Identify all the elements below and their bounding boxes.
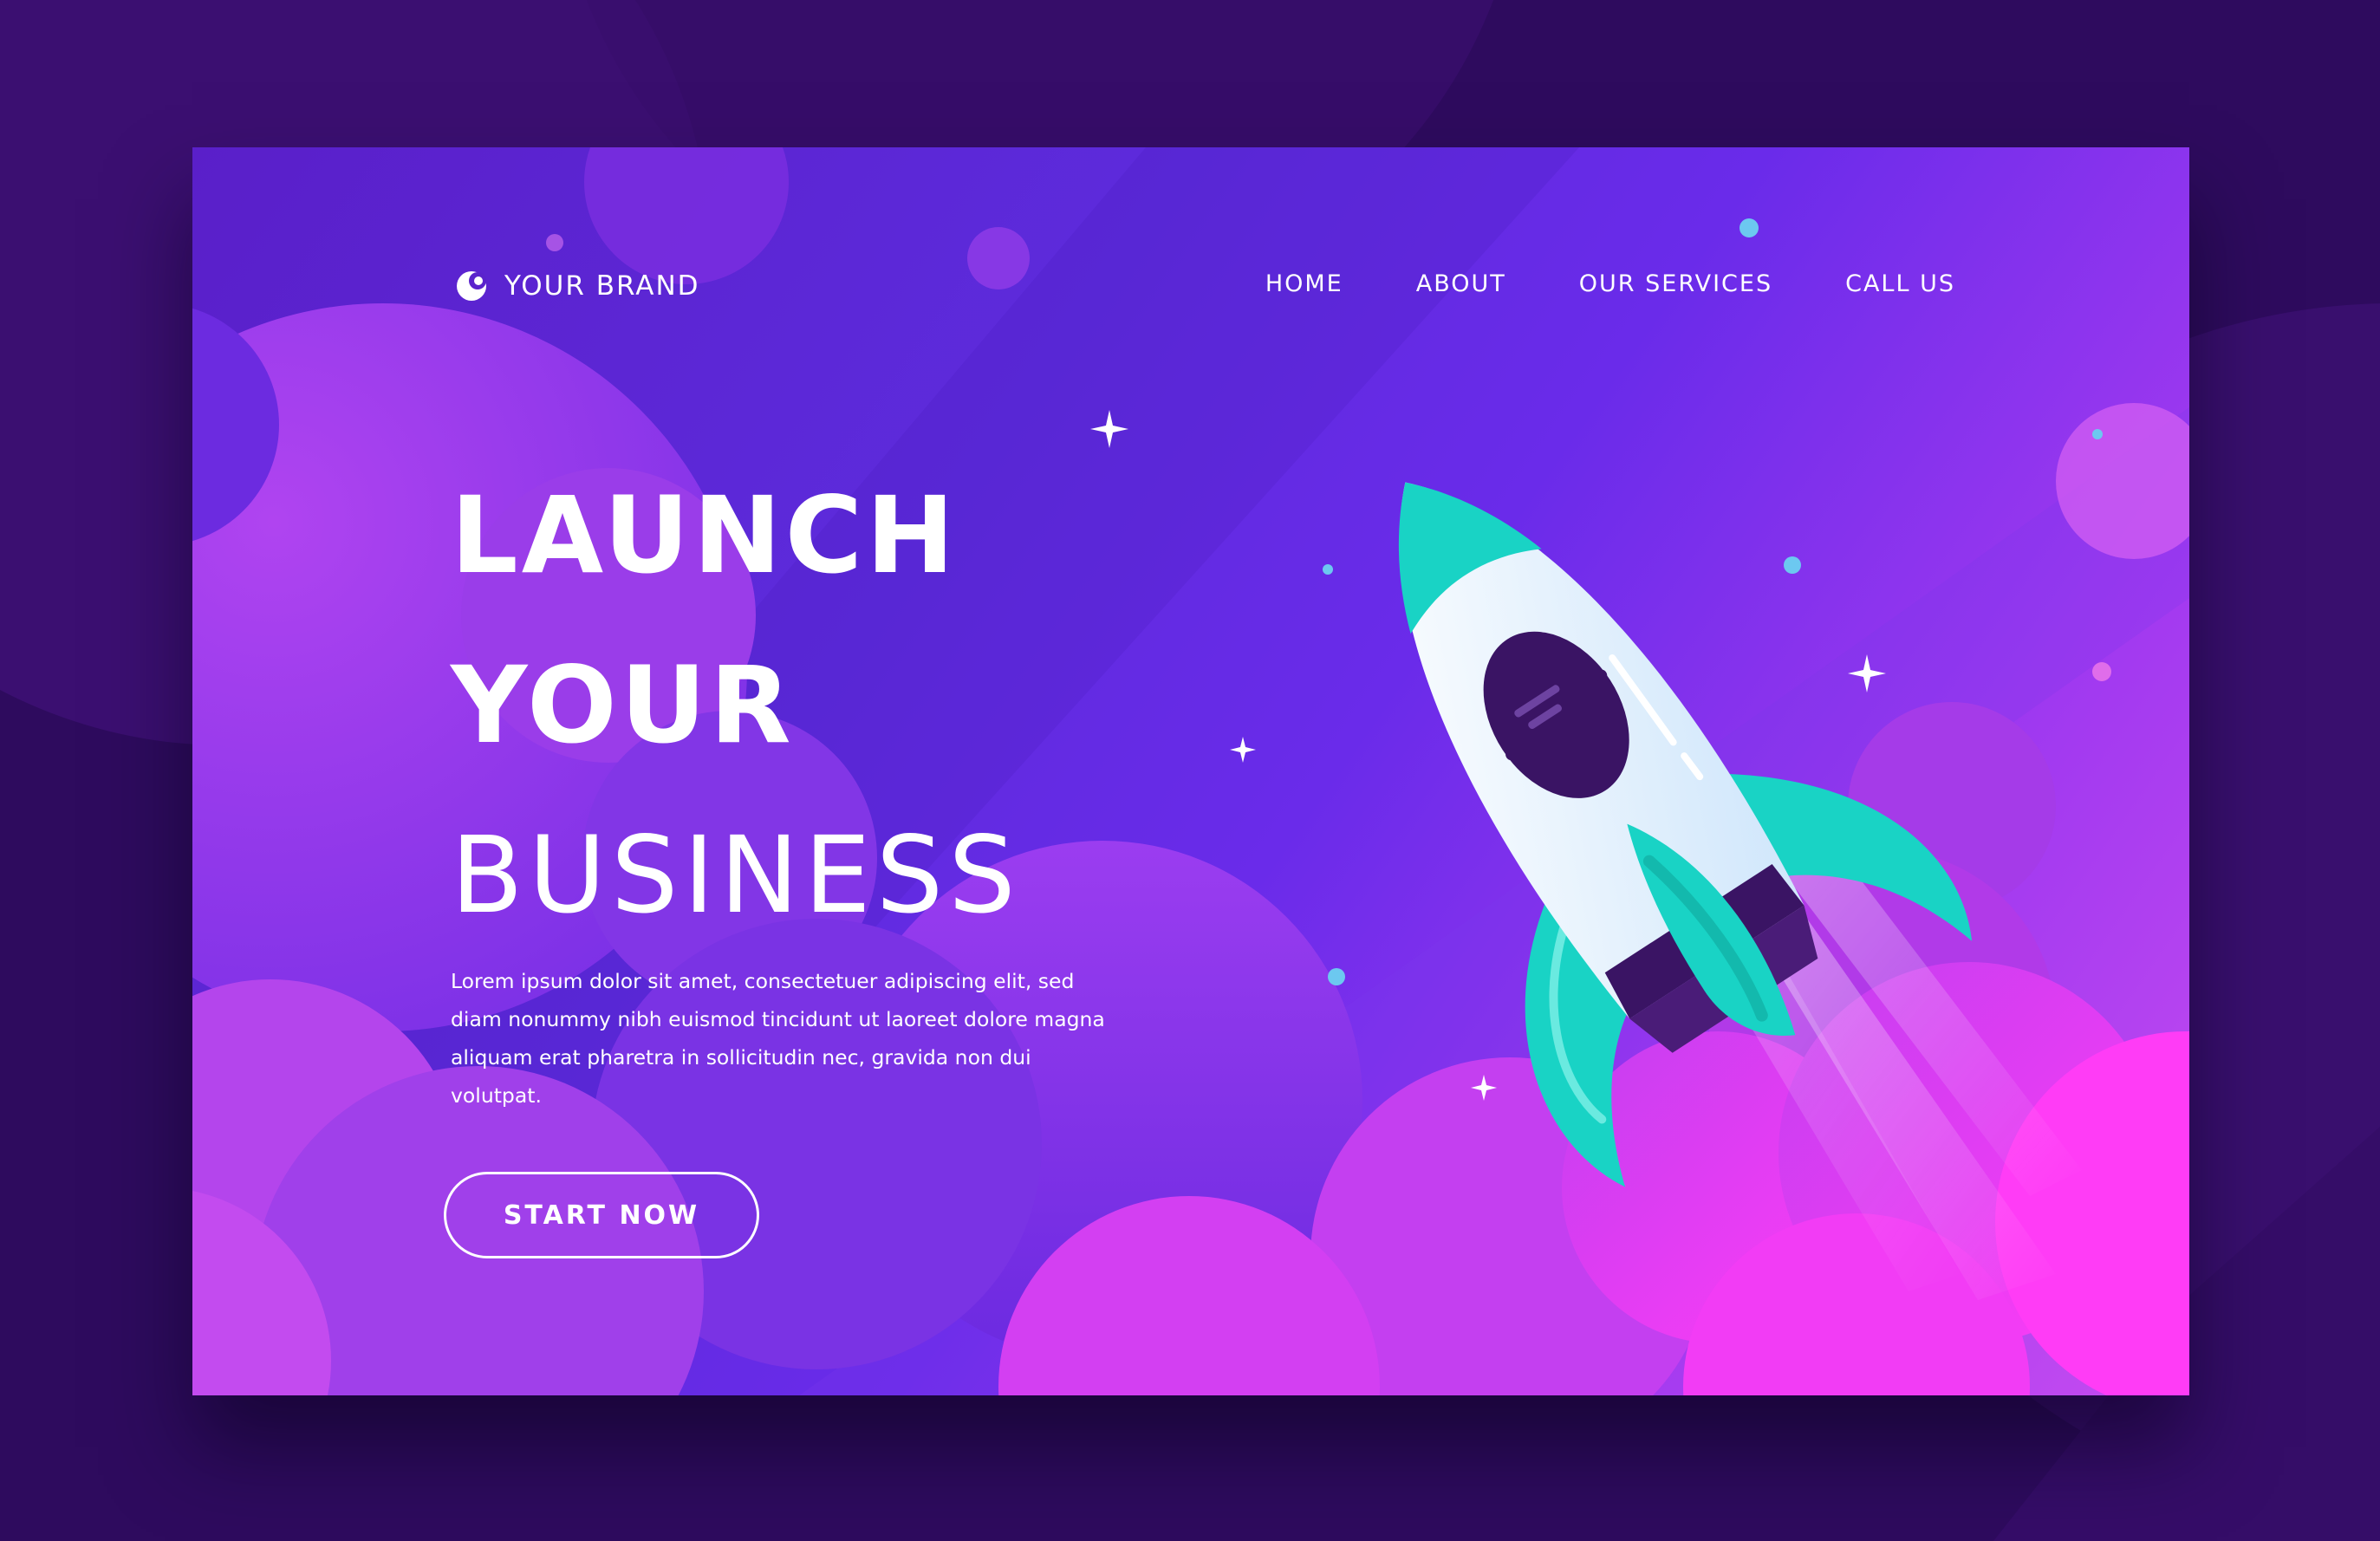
start-now-button[interactable]: START NOW <box>444 1172 759 1258</box>
hero-title-line-3: BUSINESS <box>451 814 1021 937</box>
hero-title-line-2: YOUR <box>451 644 795 767</box>
brand-name: YOUR BRAND <box>504 270 700 302</box>
hero-title-line-1: LAUNCH <box>451 474 959 597</box>
hero-description: Lorem ipsum dolor sit amet, consectetuer… <box>451 969 1105 1108</box>
nav-item-home[interactable]: HOME <box>1265 270 1343 297</box>
main-nav: HOME ABOUT OUR SERVICES CALL US <box>1265 270 1955 297</box>
brand[interactable]: YOUR BRAND <box>454 269 700 303</box>
moon-logo-icon <box>457 271 486 301</box>
nav-item-call-us[interactable]: CALL US <box>1845 270 1955 297</box>
landing-card: YOUR BRAND HOME ABOUT OUR SERVICES CALL … <box>192 147 2189 1395</box>
hero-title: LAUNCH YOUR BUSINESS <box>451 451 1021 960</box>
nav-item-our-services[interactable]: OUR SERVICES <box>1579 270 1772 297</box>
nav-item-about[interactable]: ABOUT <box>1416 270 1506 297</box>
